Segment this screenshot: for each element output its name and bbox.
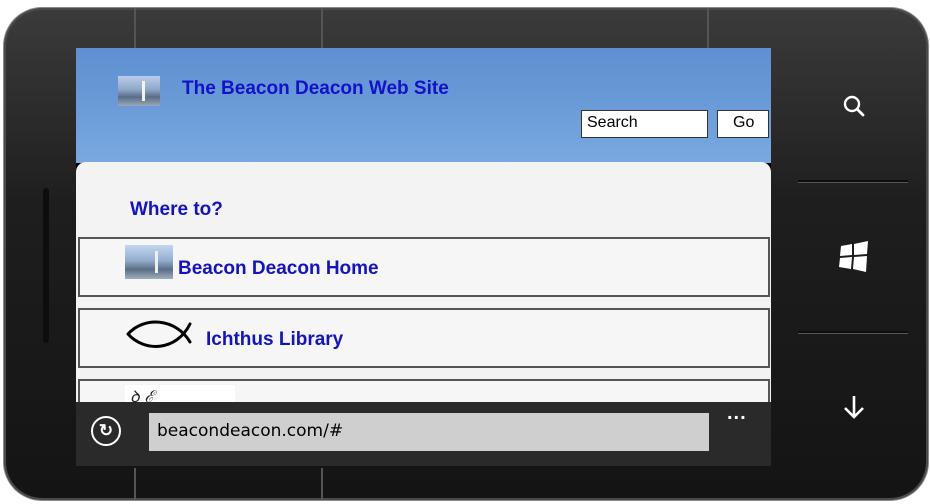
device-seam	[134, 468, 136, 500]
arrow-down-icon	[844, 396, 864, 419]
more-options-button[interactable]: ...	[727, 402, 747, 425]
site-logo-thumbnail	[118, 76, 160, 106]
search-icon	[843, 95, 865, 117]
browser-app-bar: ↻ beacondeacon.com/# ...	[76, 402, 771, 466]
windows-logo-icon	[839, 241, 868, 272]
link-label[interactable]: Ichthus Library	[206, 329, 343, 351]
device-seam	[321, 8, 323, 48]
site-header: The Beacon Deacon Web Site Search Go	[76, 48, 771, 163]
where-to-heading: Where to?	[130, 199, 223, 220]
button-separator	[798, 180, 908, 182]
hardware-back-button[interactable]	[800, 334, 908, 480]
link-ichthus-library[interactable]: Ichthus Library	[78, 308, 770, 368]
hardware-search-button[interactable]	[800, 33, 908, 179]
side-slot	[43, 188, 49, 343]
link-label[interactable]: Beacon Deacon Home	[178, 258, 379, 280]
link-beacon-deacon-home[interactable]: Beacon Deacon Home	[78, 237, 770, 297]
refresh-button[interactable]: ↻	[91, 416, 121, 446]
go-button[interactable]: Go	[717, 110, 769, 138]
search-input[interactable]: Search	[581, 110, 708, 138]
button-separator	[798, 331, 908, 333]
address-field[interactable]: beacondeacon.com/#	[149, 413, 709, 451]
device-seam	[707, 8, 709, 48]
device-seam	[321, 468, 323, 500]
phone-screen: The Beacon Deacon Web Site Search Go Whe…	[76, 48, 771, 466]
hardware-start-button[interactable]	[800, 184, 908, 330]
device-seam	[134, 8, 136, 48]
lighthouse-thumbnail	[125, 245, 173, 279]
navigation-panel: Where to? Beacon Deacon Home Ichthus Lib…	[76, 162, 771, 439]
fish-icon	[126, 320, 192, 348]
site-title[interactable]: The Beacon Deacon Web Site	[182, 78, 449, 100]
